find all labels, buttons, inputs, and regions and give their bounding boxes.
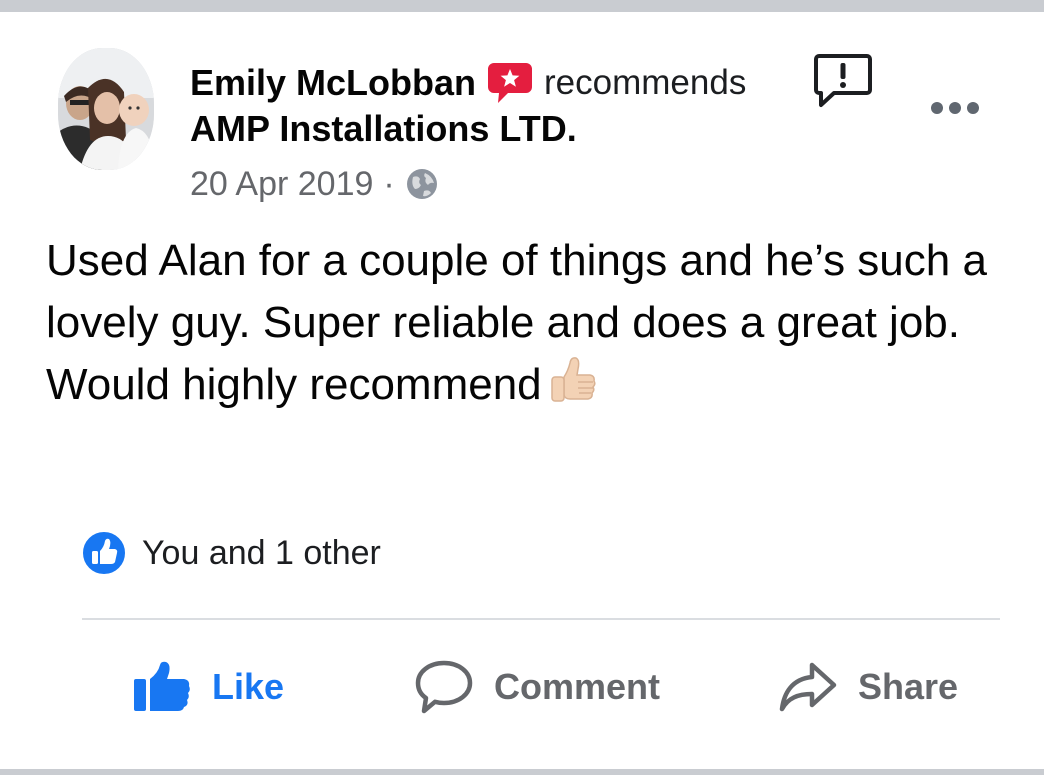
avatar[interactable] [58,48,154,170]
recommendation-icon [486,61,534,105]
post-card: Emily McLobban recommends AMP Installati… [0,0,1044,775]
report-icon[interactable] [812,52,874,110]
top-border [0,0,1044,12]
share-icon [778,661,838,713]
more-options-icon[interactable] [928,96,982,120]
post-header: Emily McLobban recommends [190,58,746,108]
bottom-border [0,769,1044,775]
share-button[interactable]: Share [778,655,958,719]
comment-label: Comment [494,666,661,707]
thumbs-up-icon [548,355,598,407]
post-text: Used Alan for a couple of things and he’… [46,236,987,409]
divider [82,618,1000,620]
like-button[interactable]: Like [132,655,284,719]
reaction-summary[interactable]: You and 1 other [80,530,381,576]
comment-button[interactable]: Comment [414,655,660,719]
recommended-page-name[interactable]: AMP Installations LTD. [190,108,577,150]
share-label: Share [858,666,959,707]
post-body: Used Alan for a couple of things and he’… [46,230,1006,416]
meta-separator: · [383,164,395,203]
reaction-count-text[interactable]: You and 1 other [142,534,381,573]
comment-icon [414,659,474,715]
post-date[interactable]: 20 Apr 2019 [190,165,373,204]
author-name[interactable]: Emily McLobban [190,62,476,104]
like-reaction-icon [80,529,128,577]
globe-icon [405,167,439,201]
like-label: Like [212,666,285,707]
action-text: recommends [544,63,747,102]
post-meta: 20 Apr 2019 · [190,160,439,208]
like-icon [132,661,192,713]
